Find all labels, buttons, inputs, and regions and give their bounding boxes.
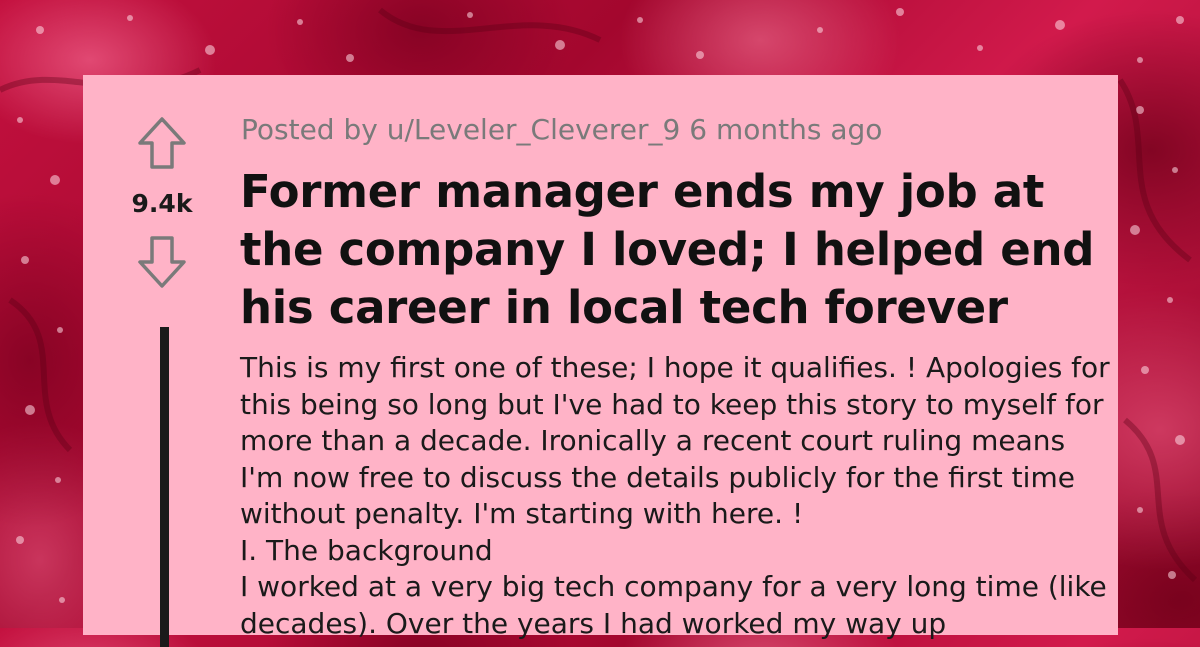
post-meta: Posted by u/Leveler_Cleverer_9 6 months … — [241, 113, 883, 146]
thread-line — [160, 327, 169, 647]
post-body: This is my first one of these; I hope it… — [240, 350, 1110, 642]
post-title[interactable]: Former manager ends my job at the compan… — [240, 163, 1100, 337]
body-paragraph: I worked at a very big tech company for … — [240, 570, 1107, 640]
post-card: 9.4k Posted by u/Leveler_Cleverer_9 6 mo… — [83, 75, 1118, 647]
vote-count: 9.4k — [131, 189, 193, 218]
vote-column: 9.4k — [83, 115, 241, 290]
body-paragraph: This is my first one of these; I hope it… — [240, 351, 1110, 530]
arrow-up-outline-icon[interactable] — [136, 115, 188, 171]
body-section-heading: I. The background — [240, 533, 493, 567]
arrow-down-outline-icon[interactable] — [136, 234, 188, 290]
